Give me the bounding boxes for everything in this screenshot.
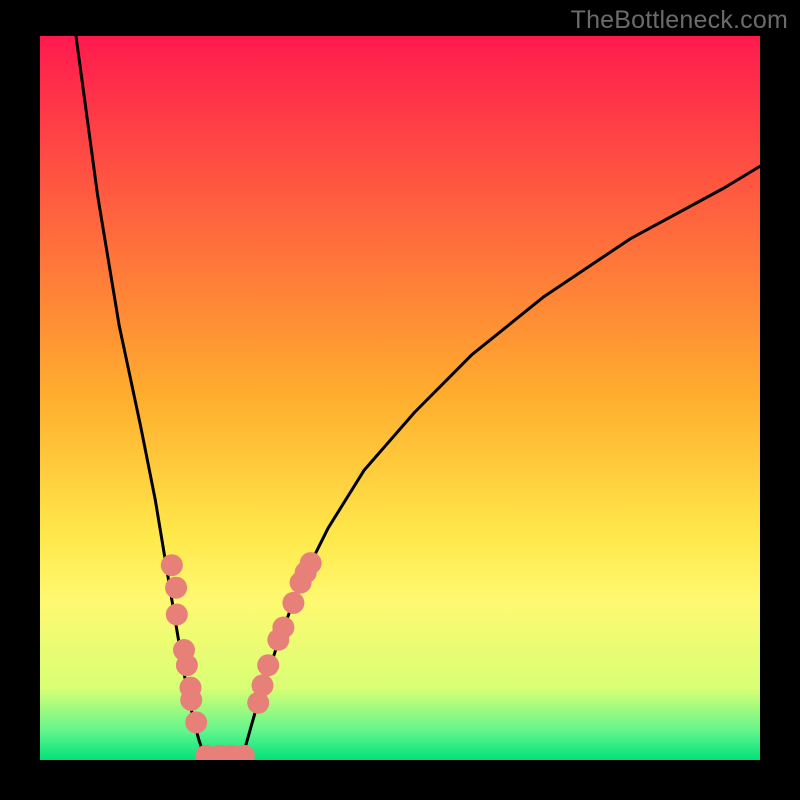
gradient-background xyxy=(40,36,760,760)
marker-dot xyxy=(252,674,274,696)
plot-area xyxy=(40,36,760,767)
marker-dot xyxy=(282,592,304,614)
watermark-text: TheBottleneck.com xyxy=(571,6,788,35)
marker-dot xyxy=(165,577,187,599)
marker-dot xyxy=(176,654,198,676)
marker-dot xyxy=(180,689,202,711)
marker-dot xyxy=(166,604,188,626)
marker-dot xyxy=(300,552,322,574)
chart-frame: TheBottleneck.com xyxy=(0,0,800,800)
bottleneck-chart xyxy=(0,0,800,800)
marker-dot xyxy=(185,711,207,733)
marker-dot xyxy=(272,617,294,639)
marker-dot xyxy=(257,654,279,676)
marker-dot xyxy=(161,554,183,576)
